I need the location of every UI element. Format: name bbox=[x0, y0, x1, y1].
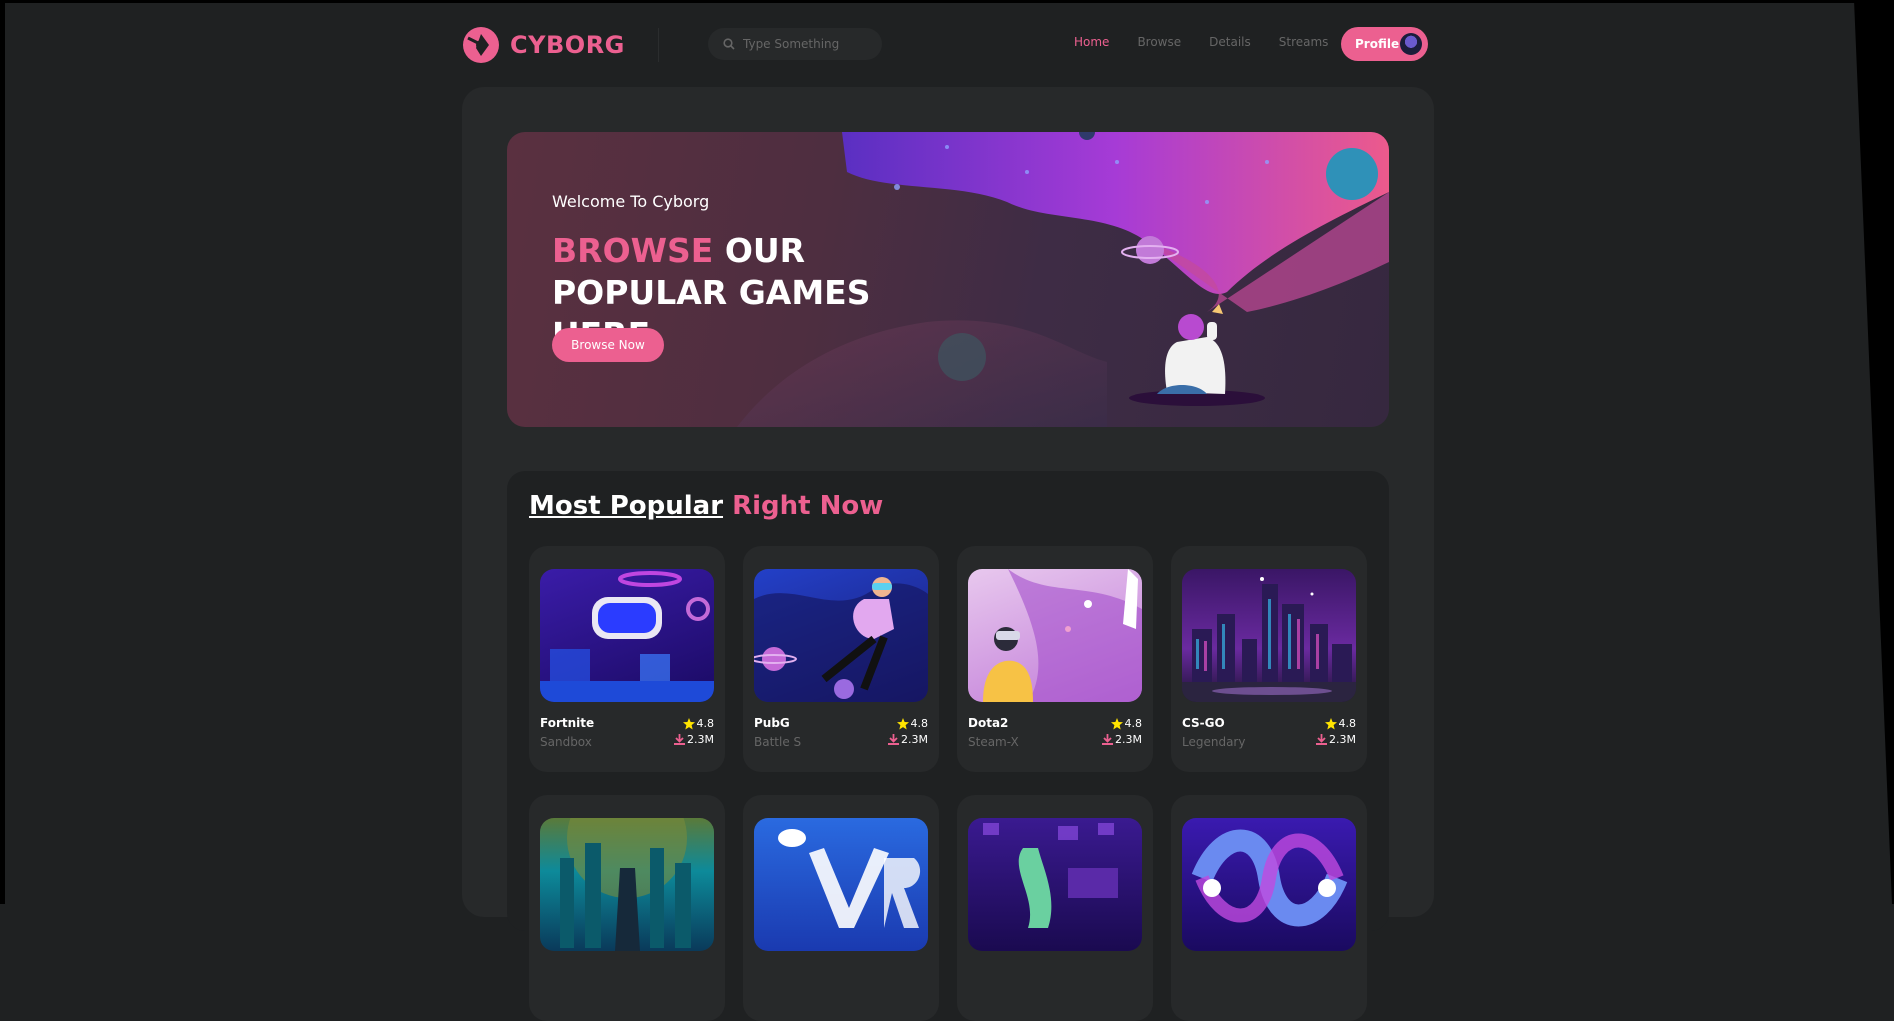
avatar bbox=[1400, 33, 1422, 55]
star-icon bbox=[896, 717, 909, 729]
game-thumbnail bbox=[754, 569, 928, 702]
brand-name: CYBORG bbox=[510, 31, 625, 59]
game-genre: Legendary bbox=[1182, 735, 1246, 749]
game-genre: Sandbox bbox=[540, 735, 592, 749]
game-rating: 4.8 bbox=[896, 717, 928, 730]
profile-label: Profile bbox=[1355, 37, 1400, 51]
game-card[interactable] bbox=[743, 795, 939, 1021]
section-title-first: Most Popular bbox=[529, 491, 724, 521]
nav-browse[interactable]: Browse bbox=[1137, 35, 1181, 49]
game-card[interactable] bbox=[957, 795, 1153, 1021]
star-icon bbox=[1324, 717, 1337, 729]
game-card[interactable]: CS-GO Legendary 4.8 2.3M bbox=[1171, 546, 1367, 772]
download-icon bbox=[1102, 734, 1114, 745]
game-name: CS-GO bbox=[1182, 716, 1225, 730]
game-genre: Steam-X bbox=[968, 735, 1019, 749]
download-icon bbox=[674, 734, 686, 745]
game-downloads: 2.3M bbox=[1316, 733, 1356, 746]
search-box[interactable] bbox=[708, 28, 882, 60]
nav-details[interactable]: Details bbox=[1209, 35, 1251, 49]
window-edge bbox=[1854, 0, 1894, 904]
game-thumbnail bbox=[540, 569, 714, 702]
most-popular-section: Most Popular Right Now Fortnite Sandbox bbox=[507, 471, 1389, 1021]
game-name: Fortnite bbox=[540, 716, 595, 730]
banner-welcome: Welcome To Cyborg bbox=[552, 192, 710, 211]
game-thumbnail bbox=[1182, 569, 1356, 702]
game-card[interactable] bbox=[1171, 795, 1367, 1021]
game-genre: Battle S bbox=[754, 735, 802, 749]
search-icon bbox=[723, 38, 735, 50]
download-icon bbox=[1316, 734, 1328, 745]
main-content: Welcome To Cyborg BROWSE OUR POPULAR GAM… bbox=[462, 87, 1434, 1021]
section-title-second: Right Now bbox=[732, 491, 884, 521]
header: CYBORG Home Browse Details Streams Profi… bbox=[462, 22, 1428, 67]
search-input[interactable] bbox=[741, 36, 875, 52]
game-thumbnail bbox=[968, 818, 1142, 951]
download-icon bbox=[888, 734, 900, 745]
game-card[interactable]: PubG Battle S 4.8 2.3M bbox=[743, 546, 939, 772]
game-rating: 4.8 bbox=[1324, 717, 1356, 730]
game-name: PubG bbox=[754, 716, 790, 730]
star-icon bbox=[682, 717, 695, 729]
game-downloads: 2.3M bbox=[1102, 733, 1142, 746]
game-downloads: 2.3M bbox=[674, 733, 714, 746]
main-nav: Home Browse Details Streams bbox=[1074, 35, 1356, 49]
game-name: Dota2 bbox=[968, 716, 1009, 730]
game-thumbnail bbox=[1182, 818, 1356, 951]
profile-button[interactable]: Profile bbox=[1341, 27, 1428, 61]
hero-banner: Welcome To Cyborg BROWSE OUR POPULAR GAM… bbox=[507, 132, 1389, 427]
game-thumbnail bbox=[754, 818, 928, 951]
section-title: Most Popular Right Now bbox=[529, 491, 883, 521]
game-card[interactable]: Fortnite Sandbox 4.8 2.3M bbox=[529, 546, 725, 772]
header-divider bbox=[658, 28, 659, 62]
game-card[interactable]: Dota2 Steam-X 4.8 2.3M bbox=[957, 546, 1153, 772]
star-icon bbox=[1110, 717, 1123, 729]
game-thumbnail bbox=[968, 569, 1142, 702]
game-downloads: 2.3M bbox=[888, 733, 928, 746]
nav-streams[interactable]: Streams bbox=[1279, 35, 1329, 49]
nav-home[interactable]: Home bbox=[1074, 35, 1109, 49]
game-rating: 4.8 bbox=[1110, 717, 1142, 730]
game-rating: 4.8 bbox=[682, 717, 714, 730]
game-thumbnail bbox=[540, 818, 714, 951]
headline-highlight: BROWSE bbox=[552, 231, 714, 270]
browse-now-button[interactable]: Browse Now bbox=[552, 328, 664, 362]
game-card[interactable] bbox=[529, 795, 725, 1021]
logo[interactable]: CYBORG bbox=[462, 26, 625, 64]
logo-icon bbox=[463, 27, 499, 63]
